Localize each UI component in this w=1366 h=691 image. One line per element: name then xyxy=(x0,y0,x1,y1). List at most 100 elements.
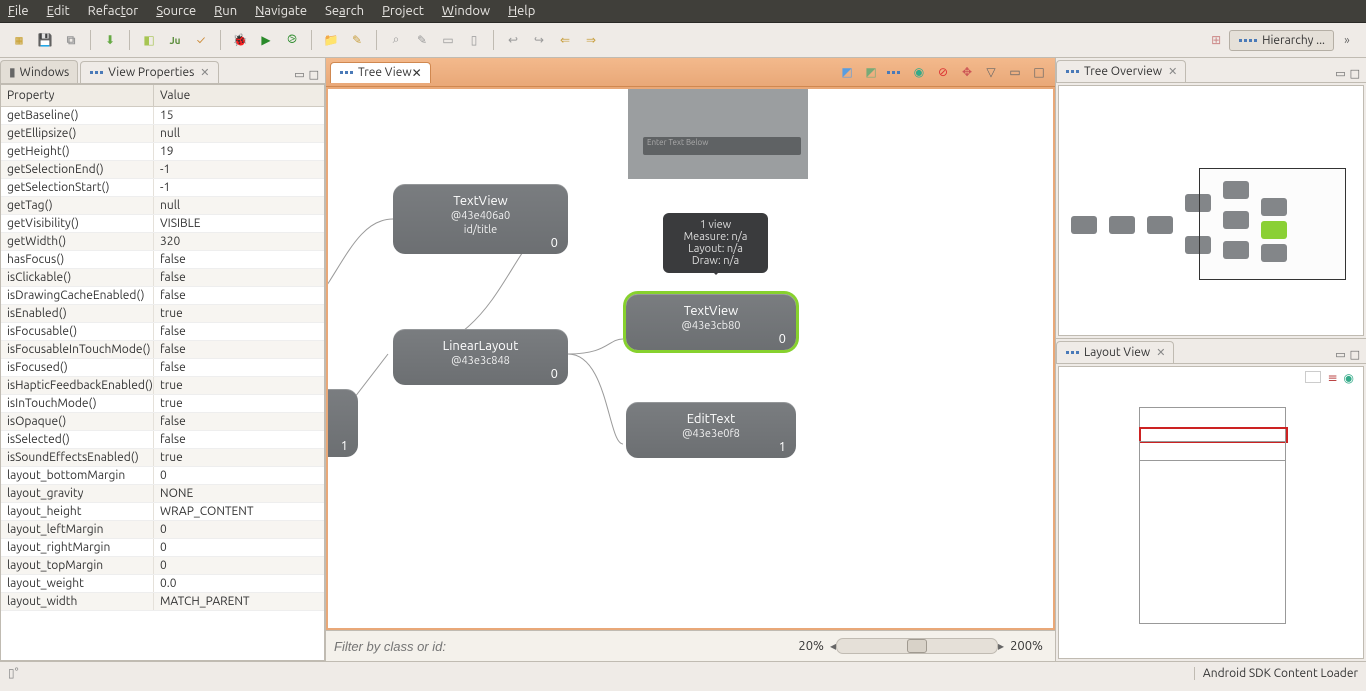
close-icon[interactable]: ✕ xyxy=(1156,346,1165,359)
overview-canvas[interactable] xyxy=(1058,85,1364,336)
display-view-button[interactable]: ◉ xyxy=(910,63,928,81)
capture-psd-button[interactable]: ◩ xyxy=(862,63,880,81)
run-button[interactable]: ▶ xyxy=(256,30,276,50)
minimize-icon[interactable]: ▭ xyxy=(1335,67,1345,80)
tree-node-linearlayout[interactable]: LinearLayout @43e3c848 0 xyxy=(393,329,568,385)
tab-windows[interactable]: ▮ Windows xyxy=(0,60,78,83)
property-row[interactable]: layout_leftMargin0 xyxy=(1,521,324,539)
hierarchy-perspective-button[interactable]: Hierarchy ... xyxy=(1229,30,1334,51)
menu-project[interactable]: Project xyxy=(382,4,424,18)
property-row[interactable]: isInTouchMode()true xyxy=(1,395,324,413)
perspective-more-button[interactable]: » xyxy=(1337,30,1357,50)
on-black-button[interactable]: ≡ xyxy=(1327,371,1337,385)
invalidate-button[interactable]: ⊘ xyxy=(934,63,952,81)
run-ext-button[interactable]: ⧁ xyxy=(282,30,302,50)
minimize-icon[interactable]: ▭ xyxy=(1335,348,1345,361)
property-row[interactable]: getWidth()320 xyxy=(1,233,324,251)
layout-titlebar-box[interactable] xyxy=(1139,407,1286,429)
property-row[interactable]: layout_topMargin0 xyxy=(1,557,324,575)
property-row[interactable]: getEllipsize()null xyxy=(1,125,324,143)
property-row[interactable]: isFocusableInTouchMode()false xyxy=(1,341,324,359)
filter-input[interactable] xyxy=(332,638,792,655)
tree-view-canvas[interactable]: Enter Text Below 1 TextView @43e406a0 id… xyxy=(326,87,1055,630)
close-icon[interactable]: ✕ xyxy=(200,66,209,79)
maximize-icon[interactable]: □ xyxy=(1030,63,1048,81)
menu-source[interactable]: Source xyxy=(156,4,196,18)
maximize-icon[interactable]: □ xyxy=(1350,348,1360,361)
tab-view-properties[interactable]: View Properties ✕ xyxy=(80,61,218,83)
property-row[interactable]: layout_gravityNONE xyxy=(1,485,324,503)
property-row[interactable]: hasFocus()false xyxy=(1,251,324,269)
maximize-icon[interactable]: □ xyxy=(1350,67,1360,80)
new-project-button[interactable]: 📁 xyxy=(321,30,341,50)
nav-back-wide[interactable]: ↩ xyxy=(503,30,523,50)
tree-node-textview-selected[interactable]: TextView @43e3cb80 0 xyxy=(626,294,796,350)
sdk-manager-button[interactable]: ⬇ xyxy=(100,30,120,50)
property-row[interactable]: layout_rightMargin0 xyxy=(1,539,324,557)
property-row[interactable]: isDrawingCacheEnabled()false xyxy=(1,287,324,305)
menu-navigate[interactable]: Navigate xyxy=(255,4,307,18)
overview-viewport-rect[interactable] xyxy=(1199,168,1346,280)
debug-button[interactable]: 🐞 xyxy=(230,30,250,50)
property-row[interactable]: layout_heightWRAP_CONTENT xyxy=(1,503,324,521)
properties-table[interactable]: Property Value getBaseline()15getEllipsi… xyxy=(0,84,325,661)
tree-node-edittext[interactable]: EditText @43e3e0f8 1 xyxy=(626,402,796,458)
property-row[interactable]: getSelectionEnd()-1 xyxy=(1,161,324,179)
close-icon[interactable]: ✕ xyxy=(412,66,422,80)
property-row[interactable]: isClickable()false xyxy=(1,269,324,287)
property-row[interactable]: isSoundEffectsEnabled()true xyxy=(1,449,324,467)
property-row[interactable]: isHapticFeedbackEnabled()true xyxy=(1,377,324,395)
refresh-view-button[interactable] xyxy=(886,63,904,81)
save-png-button[interactable]: ◩ xyxy=(838,63,856,81)
property-row[interactable]: getTag()null xyxy=(1,197,324,215)
property-row[interactable]: getSelectionStart()-1 xyxy=(1,179,324,197)
property-row[interactable]: layout_weight0.0 xyxy=(1,575,324,593)
property-row[interactable]: isSelected()false xyxy=(1,431,324,449)
new-button[interactable]: ▦ xyxy=(9,30,29,50)
property-row[interactable]: isOpaque()false xyxy=(1,413,324,431)
menu-refactor[interactable]: Refactor xyxy=(88,4,139,18)
layout-child-box[interactable] xyxy=(1139,441,1286,461)
menu-file[interactable]: FFileile xyxy=(8,4,29,18)
lint-button[interactable]: ✓ xyxy=(191,30,211,50)
menu-window[interactable]: Window xyxy=(442,4,490,18)
menu-edit[interactable]: Edit xyxy=(47,4,70,18)
menu-search[interactable]: Search xyxy=(325,4,364,18)
zoom-slider-thumb[interactable] xyxy=(907,639,927,653)
nav-fwd-wide[interactable]: ↪ xyxy=(529,30,549,50)
property-row[interactable]: isFocusable()false xyxy=(1,323,324,341)
close-icon[interactable]: ✕ xyxy=(1168,65,1177,78)
avd-manager-button[interactable]: ◧ xyxy=(139,30,159,50)
menu-run[interactable]: Run xyxy=(214,4,237,18)
show-extras-button[interactable]: ◉ xyxy=(1344,371,1354,385)
toggle-block-button[interactable]: ▯ xyxy=(464,30,484,50)
tree-node-textview-title[interactable]: TextView @43e406a0 id/title 0 xyxy=(393,184,568,254)
layout-canvas[interactable]: ≡ ◉ xyxy=(1058,366,1364,659)
save-all-button[interactable]: ⧉ xyxy=(61,30,81,50)
zoom-slider[interactable] xyxy=(836,638,998,654)
tab-layout-view[interactable]: Layout View ✕ xyxy=(1056,341,1174,363)
property-row[interactable]: isEnabled()true xyxy=(1,305,324,323)
tree-node-partial[interactable]: 1 xyxy=(326,389,358,457)
open-perspective-button[interactable]: ⊞ xyxy=(1206,30,1226,50)
on-white-button[interactable] xyxy=(1305,371,1321,383)
junit-button[interactable]: Ju xyxy=(165,30,185,50)
property-row[interactable]: layout_widthMATCH_PARENT xyxy=(1,593,324,611)
property-row[interactable]: getBaseline()15 xyxy=(1,107,324,125)
request-layout-button[interactable]: ✥ xyxy=(958,63,976,81)
col-value[interactable]: Value xyxy=(154,85,196,106)
minimize-icon[interactable]: ▭ xyxy=(1006,63,1024,81)
col-property[interactable]: Property xyxy=(1,85,154,106)
save-button[interactable]: 💾 xyxy=(35,30,55,50)
property-row[interactable]: layout_bottomMargin0 xyxy=(1,467,324,485)
nav-back-button[interactable]: ⇐ xyxy=(555,30,575,50)
toggle-mark-button[interactable]: ▭ xyxy=(438,30,458,50)
property-row[interactable]: getHeight()19 xyxy=(1,143,324,161)
menu-help[interactable]: Help xyxy=(508,4,535,18)
zoom-slider-right-icon[interactable]: ▸ xyxy=(998,639,1004,653)
maximize-icon[interactable]: □ xyxy=(309,68,319,81)
new-package-button[interactable]: ✎ xyxy=(347,30,367,50)
tab-tree-view[interactable]: Tree View ✕ xyxy=(330,62,431,83)
status-icon[interactable]: ▯° xyxy=(8,666,18,680)
search-button[interactable]: ✎ xyxy=(412,30,432,50)
